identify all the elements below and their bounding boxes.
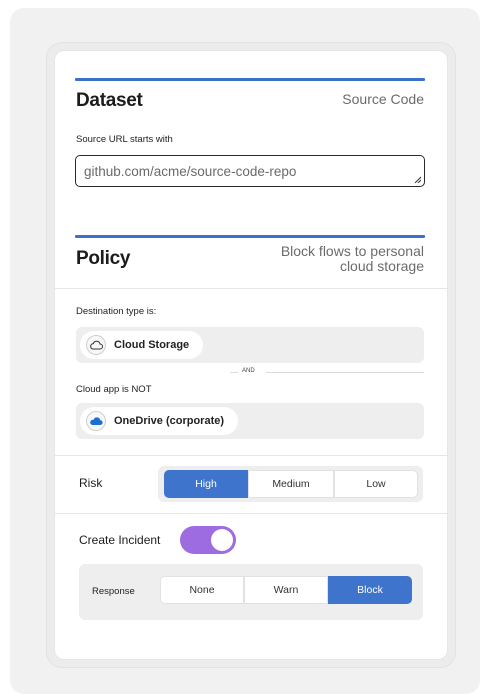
response-label: Response <box>92 586 135 597</box>
onedrive-icon <box>86 411 106 431</box>
toggle-knob <box>211 529 233 551</box>
cloud-app-chip-label: OneDrive (corporate) <box>114 415 225 427</box>
policy-accent-bar <box>75 235 425 238</box>
risk-option-medium[interactable]: Medium <box>248 470 334 498</box>
and-label: AND <box>242 368 255 374</box>
policy-title: Policy <box>76 248 131 269</box>
destination-chip-label: Cloud Storage <box>114 339 190 351</box>
destination-condition: Cloud Storage <box>76 327 424 363</box>
divider <box>55 455 448 456</box>
destination-chip[interactable]: Cloud Storage <box>80 331 204 359</box>
response-option-none[interactable]: None <box>160 576 244 604</box>
response-row: Response None Warn Block <box>79 564 423 620</box>
cloud-icon <box>86 335 106 355</box>
create-incident-label: Create Incident <box>79 533 161 547</box>
source-url-input[interactable]: github.com/acme/source-code-repo <box>75 155 425 187</box>
policy-description-line2: cloud storage <box>339 258 424 274</box>
create-incident-toggle[interactable] <box>180 526 236 554</box>
policy-description: Block flows to personal cloud storage <box>281 244 424 274</box>
risk-label: Risk <box>79 476 103 490</box>
risk-segmented-control: High Medium Low <box>158 466 423 502</box>
policy-description-line1: Block flows to personal <box>280 243 424 259</box>
cloud-app-label: Cloud app is NOT <box>76 384 152 395</box>
divider <box>55 288 448 289</box>
cloud-app-chip[interactable]: OneDrive (corporate) <box>80 407 239 435</box>
response-option-block[interactable]: Block <box>328 576 412 604</box>
cloud-app-condition: OneDrive (corporate) <box>76 403 424 439</box>
dataset-accent-bar <box>75 78 425 81</box>
dataset-value: Source Code <box>342 91 424 107</box>
risk-option-high[interactable]: High <box>164 470 248 498</box>
resize-grip-icon[interactable] <box>414 176 421 183</box>
dataset-title: Dataset <box>76 90 143 111</box>
destination-type-label: Destination type is: <box>76 306 157 317</box>
source-url-value: github.com/acme/source-code-repo <box>84 163 297 179</box>
response-option-warn[interactable]: Warn <box>244 576 328 604</box>
risk-option-low[interactable]: Low <box>334 470 418 498</box>
divider <box>55 513 448 514</box>
source-url-label: Source URL starts with <box>76 134 173 145</box>
and-separator: AND <box>76 368 424 376</box>
